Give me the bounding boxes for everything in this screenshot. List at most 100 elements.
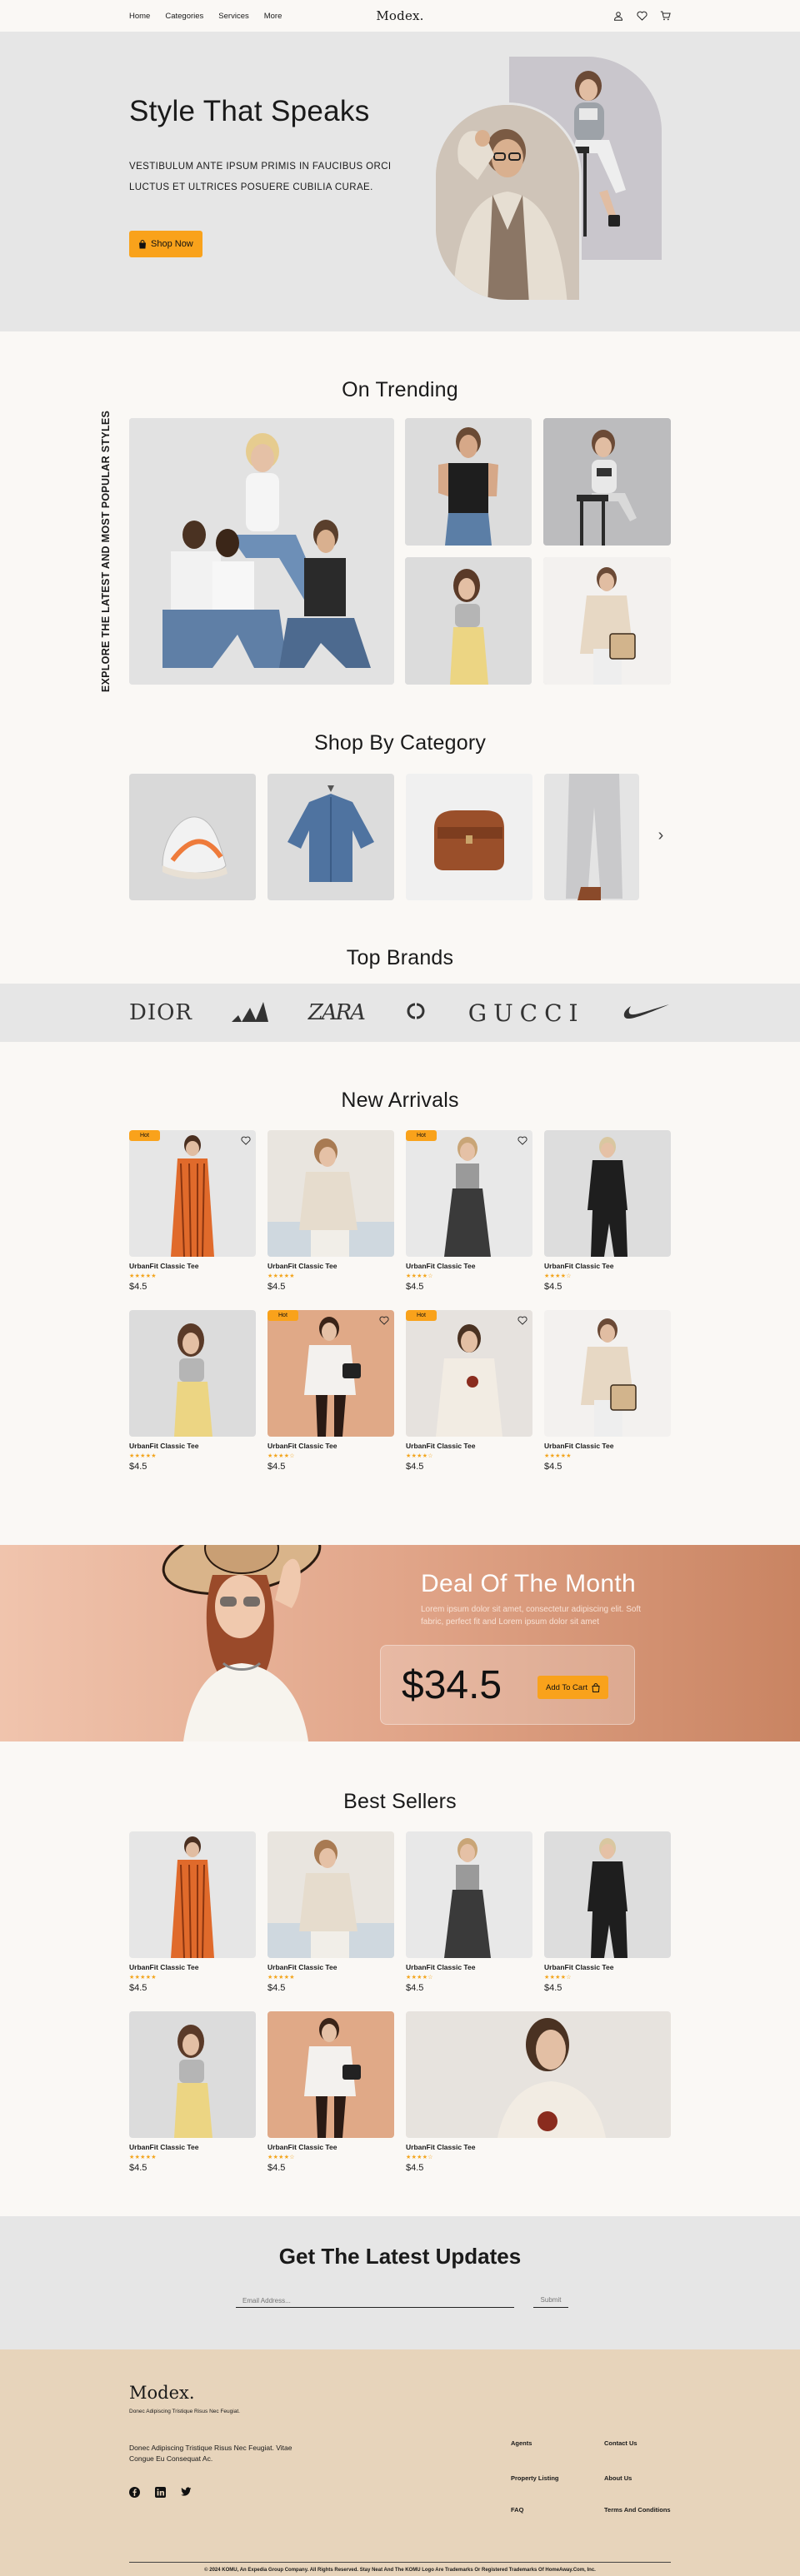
product-rating: ★★★★☆ — [544, 1273, 572, 1279]
product-card[interactable]: Hot UrbanFit Classic Tee ★★★★★ $4.5 — [129, 1130, 256, 1292]
nav-link-more[interactable]: More — [264, 12, 282, 21]
twitter-icon[interactable] — [181, 2487, 192, 2498]
product-rating: ★★★★★ — [129, 1273, 157, 1279]
footer-link-terms[interactable]: Terms And Conditions — [604, 2506, 671, 2514]
shopping-bag-icon — [592, 1682, 600, 1692]
deal-price-box: $34.5 Add To Cart — [380, 1645, 635, 1725]
product-name: UrbanFit Classic Tee — [129, 1442, 199, 1450]
chevron-right-icon[interactable]: › — [651, 825, 671, 845]
nav-link-home[interactable]: Home — [129, 12, 150, 21]
product-image — [544, 1130, 671, 1257]
product-rating: ★★★★☆ — [406, 2155, 433, 2160]
nav-links: Home Categories Services More — [129, 12, 282, 21]
product-image: Hot — [268, 1310, 394, 1437]
footer-link-faq[interactable]: FAQ — [511, 2506, 523, 2514]
nav-link-categories[interactable]: Categories — [165, 12, 203, 21]
footer-link-property-listing[interactable]: Property Listing — [511, 2474, 559, 2482]
facebook-icon[interactable] — [129, 2487, 140, 2498]
product-card[interactable]: UrbanFit Classic Tee ★★★★★ $4.5 — [544, 1310, 671, 1472]
product-card-wide[interactable]: UrbanFit Classic Tee ★★★★☆ $4.5 — [406, 2011, 671, 2173]
nav-icons — [612, 10, 671, 22]
product-name: UrbanFit Classic Tee — [406, 1963, 476, 1971]
new-arrivals-grid: Hot UrbanFit Classic Tee ★★★★★ $4.5 Urba… — [129, 1130, 671, 1472]
product-name: UrbanFit Classic Tee — [544, 1262, 614, 1270]
product-price: $4.5 — [268, 1462, 286, 1472]
brands-band: DIOR ZARA GUCCI — [0, 984, 800, 1042]
product-card[interactable]: UrbanFit Classic Tee ★★★★☆ $4.5 — [544, 1831, 671, 1993]
cart-icon[interactable] — [659, 10, 671, 22]
category-bags[interactable] — [406, 774, 532, 900]
trending-side-text: EXPLORE THE LATEST AND MOST POPULAR STYL… — [100, 410, 112, 693]
product-price: $4.5 — [268, 1983, 286, 1993]
brand-dior[interactable]: DIOR — [129, 1000, 192, 1025]
category-sneakers[interactable] — [129, 774, 256, 900]
product-price: $4.5 — [406, 1462, 424, 1472]
product-name: UrbanFit Classic Tee — [129, 1262, 199, 1270]
add-to-cart-button[interactable]: Add To Cart — [538, 1676, 608, 1699]
product-rating: ★★★★☆ — [544, 1975, 572, 1981]
product-name: UrbanFit Classic Tee — [268, 1262, 338, 1270]
brand-nike-logo[interactable] — [622, 1001, 671, 1025]
trending-photo-woman-chair[interactable] — [543, 418, 671, 546]
category-shirts[interactable] — [268, 774, 394, 900]
deal-title: Deal Of The Month — [421, 1570, 637, 1597]
product-card[interactable]: Hot UrbanFit Classic Tee ★★★★☆ $4.5 — [268, 1310, 394, 1472]
product-card[interactable]: UrbanFit Classic Tee ★★★★★ $4.5 — [129, 1831, 256, 1993]
product-name: UrbanFit Classic Tee — [268, 1963, 338, 1971]
trending-group-photo[interactable] — [129, 418, 394, 685]
product-name: UrbanFit Classic Tee — [129, 1963, 199, 1971]
product-card[interactable]: UrbanFit Classic Tee ★★★★☆ $4.5 — [268, 2011, 394, 2173]
shop-now-button[interactable]: Shop Now — [129, 231, 202, 257]
hot-badge: Hot — [406, 1310, 437, 1321]
heart-icon[interactable] — [636, 10, 648, 22]
product-card[interactable]: UrbanFit Classic Tee ★★★★★ $4.5 — [268, 1831, 394, 1993]
hot-badge: Hot — [268, 1310, 298, 1321]
new-arrivals-title: New Arrivals — [341, 1089, 459, 1112]
product-card[interactable]: Hot UrbanFit Classic Tee ★★★★☆ $4.5 — [406, 1310, 532, 1472]
shop-now-label: Shop Now — [151, 239, 193, 249]
newsletter-title: Get The Latest Updates — [278, 2244, 522, 2269]
footer: Modex. Donec Adipiscing Tristique Risus … — [0, 2349, 800, 2576]
wishlist-heart-icon[interactable] — [518, 1134, 528, 1145]
footer-link-agents[interactable]: Agents — [511, 2439, 532, 2447]
submit-button[interactable]: Submit — [533, 2294, 568, 2308]
product-price: $4.5 — [406, 2163, 424, 2173]
product-image — [129, 2011, 256, 2138]
product-card[interactable]: UrbanFit Classic Tee ★★★★★ $4.5 — [268, 1130, 394, 1292]
footer-link-contact[interactable]: Contact Us — [604, 2439, 638, 2447]
product-rating: ★★★★☆ — [406, 1273, 433, 1279]
wishlist-heart-icon[interactable] — [379, 1314, 389, 1325]
product-card[interactable]: UrbanFit Classic Tee ★★★★☆ $4.5 — [544, 1130, 671, 1292]
hot-badge: Hot — [406, 1130, 437, 1141]
user-icon[interactable] — [612, 10, 624, 22]
product-card[interactable]: Hot UrbanFit Classic Tee ★★★★☆ $4.5 — [406, 1130, 532, 1292]
linkedin-icon[interactable] — [155, 2487, 166, 2498]
product-card[interactable]: UrbanFit Classic Tee ★★★★☆ $4.5 — [406, 1831, 532, 1993]
category-pants[interactable] — [544, 774, 639, 900]
email-input[interactable] — [236, 2294, 514, 2308]
product-image — [406, 1831, 532, 1958]
brand-zara[interactable]: ZARA — [308, 1000, 366, 1025]
logo[interactable]: Modex. — [376, 8, 423, 23]
product-rating: ★★★★★ — [129, 1453, 157, 1459]
product-card[interactable]: UrbanFit Classic Tee ★★★★★ $4.5 — [129, 1310, 256, 1472]
hot-badge: Hot — [129, 1130, 160, 1141]
footer-logo[interactable]: Modex. — [129, 2383, 195, 2403]
deal-description: Lorem ipsum dolor sit amet, consectetur … — [421, 1605, 642, 1627]
product-image: Hot — [406, 1310, 532, 1437]
brand-gucci[interactable]: GUCCI — [468, 999, 585, 1027]
nav-link-services[interactable]: Services — [218, 12, 248, 21]
footer-link-about[interactable]: About Us — [604, 2474, 632, 2482]
newsletter-section: Get The Latest Updates Submit — [0, 2216, 800, 2349]
brand-adidas-logo[interactable] — [230, 1000, 270, 1026]
brand-chanel-logo[interactable] — [402, 1001, 430, 1025]
wishlist-heart-icon[interactable] — [518, 1314, 528, 1325]
product-name: UrbanFit Classic Tee — [268, 1442, 338, 1450]
wishlist-heart-icon[interactable] — [241, 1134, 251, 1145]
product-rating: ★★★★★ — [268, 1273, 295, 1279]
trending-photo-woman-yellow[interactable] — [405, 557, 532, 685]
trending-photo-man[interactable] — [405, 418, 532, 546]
trending-photo-woman-tote[interactable] — [543, 557, 671, 685]
product-price: $4.5 — [129, 1282, 148, 1292]
product-card[interactable]: UrbanFit Classic Tee ★★★★★ $4.5 — [129, 2011, 256, 2173]
